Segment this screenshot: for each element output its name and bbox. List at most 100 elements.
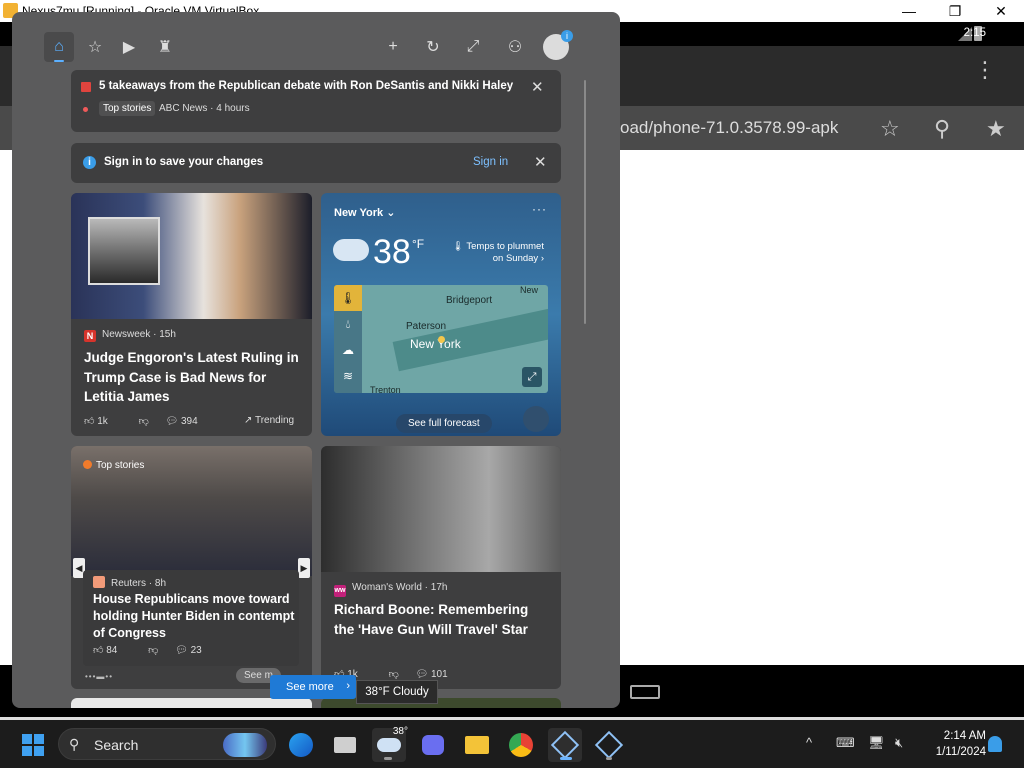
card-actions: 👍︎ 1k 👎︎ 💬︎ 394 <box>84 415 226 427</box>
chess-icon[interactable]: ♜ <box>150 32 180 62</box>
task-view-icon[interactable] <box>328 728 362 762</box>
precipitation-icon[interactable]: 💧︎ <box>334 311 362 337</box>
weather-unit: °F <box>412 237 425 251</box>
edge-beta-icon[interactable] <box>284 728 318 762</box>
widgets-header: ⌂ ☆ ▶ ♜ + ↻ ⤢ ⚇ i <box>12 12 620 72</box>
map-label-paterson: Paterson <box>406 321 447 332</box>
carousel-next-icon[interactable]: ▶ <box>298 558 310 578</box>
weather-assistant-icon[interactable] <box>523 406 549 432</box>
notification-bell-icon[interactable] <box>988 736 1002 752</box>
map-layer-toolbar: 🌡︎ 💧︎ ☁︎ ≋ <box>334 285 362 393</box>
story-panel[interactable]: Reuters · 8h House Republicans move towa… <box>83 570 299 666</box>
card-source: ww Woman's World · 17h <box>334 582 447 597</box>
carousel-dots[interactable]: •••▬•• <box>85 672 113 681</box>
location-pin-icon <box>438 336 445 343</box>
refresh-icon[interactable]: ↻ <box>418 32 448 62</box>
weather-city[interactable]: New York ⌄ <box>334 206 395 219</box>
banner-title[interactable]: 5 takeaways from the Republican debate w… <box>99 80 513 92</box>
avatar-badge: i <box>561 30 573 42</box>
news-card-reuters[interactable]: Top stories ◀ ▶ Reuters · 8h House Repub… <box>71 446 312 689</box>
volume-muted-icon[interactable]: 🔇︎ <box>895 735 903 751</box>
dislike-button[interactable]: 👎︎ <box>139 416 149 427</box>
cloud-icon <box>333 239 369 261</box>
people-icon[interactable]: ⚇ <box>500 32 530 62</box>
start-icon[interactable] <box>16 728 50 762</box>
weather-temp-badge: 38° <box>392 726 408 737</box>
reuters-logo-icon <box>93 576 105 588</box>
close-icon[interactable]: ✕ <box>531 78 544 96</box>
see-more-button[interactable]: See more › <box>270 675 356 699</box>
top-story-banner[interactable]: 5 takeaways from the Republican debate w… <box>71 70 561 132</box>
bookmarks-icon[interactable]: ★ <box>986 116 1006 142</box>
news-image[interactable] <box>321 446 561 572</box>
comment-button[interactable]: 💬︎ 23 <box>175 645 216 656</box>
clock-date: 1/11/2024 <box>935 746 986 758</box>
next-card-peek[interactable] <box>71 698 312 708</box>
temperature-icon[interactable]: 🌡︎ <box>334 285 362 311</box>
bookmark-star-icon[interactable]: ☆ <box>880 116 900 142</box>
map-label-new: New <box>520 285 539 295</box>
newsweek-logo-icon: N <box>84 330 96 342</box>
search-icon: ⚲ <box>69 736 80 752</box>
network-icon[interactable]: 🖥︎ <box>868 735 885 751</box>
comment-button[interactable]: 💬︎ 101 <box>416 669 462 680</box>
search-icon[interactable]: ⚲ <box>934 116 950 142</box>
signin-banner: i Sign in to save your changes Sign in ✕ <box>71 143 561 183</box>
chevron-up-icon[interactable]: ^ <box>806 735 812 750</box>
news-card-womans-world[interactable]: ww Woman's World · 17h Richard Boone: Rem… <box>321 446 561 689</box>
virtualbox-icon-2[interactable] <box>592 728 626 762</box>
like-button[interactable]: 👍︎ 1k <box>84 416 122 427</box>
news-image[interactable] <box>71 193 312 319</box>
weather-icon[interactable]: 38° <box>372 726 408 762</box>
news-card-newsweek[interactable]: N Newsweek · 15h Judge Engoron's Latest R… <box>71 193 312 436</box>
cloud-layer-icon[interactable]: ☁︎ <box>334 337 362 363</box>
trending-label: ↗ Trending <box>244 415 295 426</box>
bing-highlight-icon[interactable] <box>223 733 267 757</box>
window-controls: — ❐ ✕ <box>886 0 1024 22</box>
maximize-button[interactable]: ❐ <box>932 0 978 22</box>
taskbar-search[interactable]: ⚲ Search <box>58 728 276 760</box>
minimize-button[interactable]: — <box>886 0 932 22</box>
expand-icon[interactable]: ⤢ <box>458 32 488 62</box>
dislike-button[interactable]: 👎︎ <box>148 645 158 656</box>
taskbar-clock[interactable]: 2:14 AM 1/11/2024 <box>922 728 986 760</box>
weather-tooltip: 38°F Cloudy <box>356 680 438 704</box>
widgets-panel: ⌂ ☆ ▶ ♜ + ↻ ⤢ ⚇ i 5 takeaways from the R… <box>12 12 620 708</box>
weather-temp: 38 <box>373 233 411 271</box>
close-icon[interactable]: ✕ <box>534 153 547 171</box>
keyboard-icon[interactable]: ⌨︎ <box>836 735 855 751</box>
star-settings-icon[interactable]: ☆ <box>80 32 110 62</box>
teams-icon[interactable] <box>416 728 450 762</box>
weather-alert[interactable]: 🌡︎ Temps to plummet on Sunday › <box>444 241 544 265</box>
avatar[interactable]: i <box>543 30 573 60</box>
url-text[interactable]: oad/phone-71.0.3578.99-apk <box>620 118 838 138</box>
expand-map-icon[interactable]: ⤢ <box>522 367 542 387</box>
weather-map[interactable]: 🌡︎ 💧︎ ☁︎ ≋ Bridgeport Paterson New York … <box>334 285 548 393</box>
comment-button[interactable]: 💬︎ 394 <box>166 416 212 427</box>
overflow-menu-icon[interactable]: ⋮ <box>974 59 996 81</box>
card-headline[interactable]: House Republicans move toward holding Hu… <box>93 591 297 642</box>
info-icon: i <box>83 156 96 169</box>
banner-tag: Top stories <box>99 101 156 116</box>
recent-apps-icon[interactable] <box>630 685 660 699</box>
card-headline[interactable]: Judge Engoron's Latest Ruling in Trump C… <box>84 348 304 407</box>
video-icon[interactable]: ▶ <box>114 32 144 62</box>
home-icon[interactable]: ⌂ <box>44 32 74 62</box>
wind-icon[interactable]: ≋ <box>334 363 362 389</box>
chrome-icon[interactable] <box>504 728 538 762</box>
weather-card[interactable]: New York ⌄ ··· 38 °F 🌡︎ Temps to plummet… <box>321 193 561 436</box>
card-actions: 👍︎ 84 👎︎ 💬︎ 23 <box>93 644 230 656</box>
search-placeholder: Search <box>94 737 139 753</box>
more-options-icon[interactable]: ··· <box>532 202 547 216</box>
signin-link[interactable]: Sign in <box>473 156 508 168</box>
close-button[interactable]: ✕ <box>978 0 1024 22</box>
full-forecast-button[interactable]: See full forecast <box>396 414 492 433</box>
add-widget-icon[interactable]: + <box>378 32 408 62</box>
card-headline[interactable]: Richard Boone: Remembering the 'Have Gun… <box>334 600 548 639</box>
like-button[interactable]: 👍︎ 84 <box>93 645 131 656</box>
virtualbox-icon[interactable] <box>548 728 582 762</box>
dislike-button[interactable]: 👎︎ <box>389 669 399 680</box>
file-explorer-icon[interactable] <box>460 728 494 762</box>
scrollbar[interactable] <box>584 80 586 324</box>
inset-photo <box>88 217 160 285</box>
